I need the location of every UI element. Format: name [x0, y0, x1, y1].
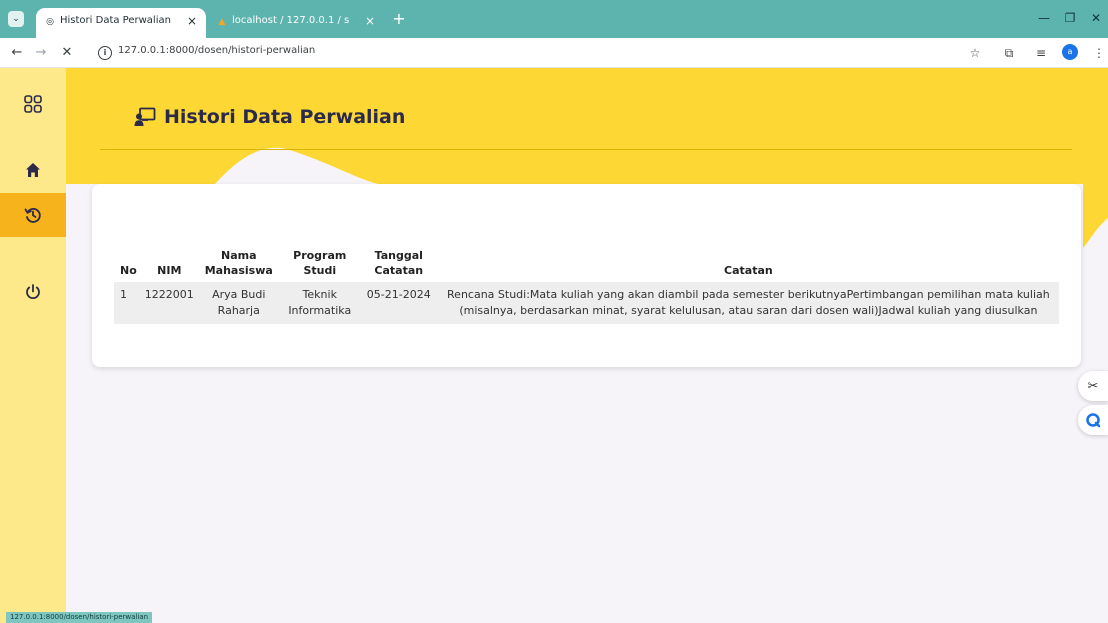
table-row: 1 1222001 Arya Budi Raharja Teknik Infor… [114, 282, 1059, 324]
sidebar-item-home[interactable] [0, 148, 66, 192]
grid-icon [24, 95, 42, 113]
history-table: No NIM Nama Mahasiswa Program Studi Tang… [114, 244, 1059, 324]
extensions-icon[interactable]: ⧉ [1000, 44, 1018, 62]
header-no: No [120, 264, 137, 277]
teacher-board-icon [134, 107, 156, 126]
header-catatan: Catatan [724, 264, 773, 277]
forward-arrow-icon[interactable]: → [32, 44, 50, 62]
browser-tab-bar: ⌄ ◎ Histori Data Perwalian × ▲ localhost… [0, 0, 1108, 38]
site-info-icon[interactable]: i [98, 46, 112, 60]
tab-title: Histori Data Perwalian [60, 15, 171, 26]
scissors-icon: ✂ [1087, 378, 1099, 394]
site-favicon-icon: ◎ [46, 17, 54, 27]
tab-close-icon[interactable]: × [187, 8, 197, 34]
restore-icon[interactable]: ❐ [1058, 8, 1082, 28]
screenshot-tool-button[interactable]: ✂ [1078, 371, 1108, 401]
assistant-button[interactable] [1078, 405, 1108, 435]
tab-list-chevron-icon[interactable]: ⌄ [8, 11, 24, 27]
table-header-row: No NIM Nama Mahasiswa Program Studi Tang… [114, 244, 1059, 282]
minimize-icon[interactable]: — [1032, 8, 1056, 28]
header-divider [100, 149, 1072, 150]
history-icon [24, 208, 41, 223]
back-arrow-icon[interactable]: ← [8, 44, 26, 62]
cell-program-studi: Teknik Informatika [279, 282, 360, 324]
cell-tanggal-catatan: 05-21-2024 [359, 282, 438, 324]
address-bar[interactable]: i 127.0.0.1:8000/dosen/histori-perwalian [94, 42, 994, 64]
close-window-icon[interactable]: ✕ [1084, 8, 1108, 28]
home-icon [26, 163, 40, 177]
power-icon [26, 284, 40, 299]
stop-loading-icon[interactable]: ✕ [58, 44, 76, 62]
url-text: 127.0.0.1:8000/dosen/histori-perwalian [118, 45, 316, 56]
profile-avatar[interactable]: a [1062, 44, 1078, 60]
cell-nama-mahasiswa: Arya Budi Raharja [197, 282, 280, 324]
page-header: Histori Data Perwalian [134, 106, 405, 128]
assistant-icon [1086, 413, 1101, 428]
header-program-studi: Program Studi [293, 249, 347, 277]
new-tab-button[interactable]: + [390, 10, 408, 28]
sidebar-item-apps[interactable] [0, 82, 66, 126]
tab-phpmyadmin[interactable]: ▲ localhost / 127.0.0.1 / sistem_p × [208, 8, 384, 38]
history-card: No NIM Nama Mahasiswa Program Studi Tang… [92, 184, 1081, 367]
tab-histori-perwalian[interactable]: ◎ Histori Data Perwalian × [36, 8, 206, 38]
tab-close-icon[interactable]: × [365, 8, 375, 34]
status-bar-url: 127.0.0.1:8000/dosen/histori-perwalian [6, 612, 153, 623]
header-nim: NIM [157, 264, 182, 277]
sidebar [0, 68, 66, 623]
header-nama-mahasiswa: Nama Mahasiswa [204, 249, 273, 277]
phpmyadmin-favicon-icon: ▲ [218, 17, 226, 27]
header-tanggal-catatan: Tanggal Catatan [374, 249, 424, 277]
sidebar-item-history[interactable] [0, 193, 66, 237]
tab-title: localhost / 127.0.0.1 / sistem_p [232, 15, 350, 26]
reading-list-icon[interactable]: ≡ [1032, 44, 1050, 62]
bookmark-star-icon[interactable]: ☆ [966, 44, 984, 62]
page-viewport: Histori Data Perwalian No NIM Nama Mahas… [0, 68, 1108, 623]
cell-no: 1 [114, 282, 141, 324]
sidebar-item-logout[interactable] [0, 270, 66, 314]
cell-nim: 1222001 [140, 282, 198, 324]
browser-toolbar: ← → ✕ i 127.0.0.1:8000/dosen/histori-per… [0, 38, 1108, 68]
menu-kebab-icon[interactable]: ⋮ [1090, 44, 1108, 62]
cell-catatan: Rencana Studi:Mata kuliah yang akan diam… [437, 282, 1059, 324]
page-title: Histori Data Perwalian [164, 106, 406, 128]
